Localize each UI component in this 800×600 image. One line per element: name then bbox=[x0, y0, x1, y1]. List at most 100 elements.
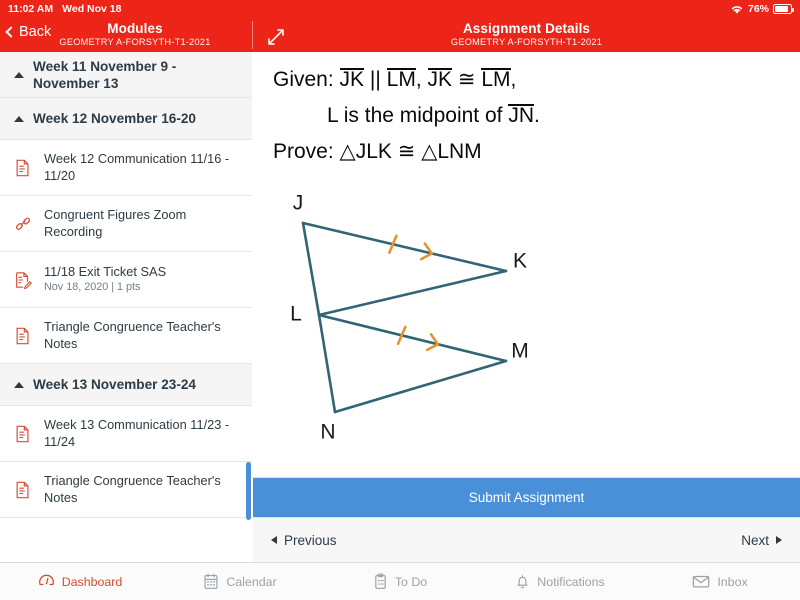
module-item-title: Triangle Congruence Teacher's Notes bbox=[44, 319, 221, 351]
modules-list: Week 11 November 9 - November 13 Week 12… bbox=[0, 52, 252, 518]
parallel-symbol: || bbox=[369, 68, 381, 91]
expand-diagonal-icon[interactable] bbox=[266, 27, 286, 47]
tab-label: Dashboard bbox=[61, 574, 123, 589]
tab-dashboard[interactable]: Dashboard bbox=[0, 563, 160, 600]
module-item-meta: Nov 18, 2020 | 1 pts bbox=[44, 281, 141, 294]
tab-label: Calendar bbox=[226, 574, 277, 589]
module-group-label: Week 13 November 23-24 bbox=[33, 377, 196, 392]
segment-lm bbox=[317, 313, 508, 363]
tab-inbox[interactable]: Inbox bbox=[640, 563, 800, 600]
caret-up-icon bbox=[14, 381, 24, 388]
status-date: Wed Nov 18 bbox=[62, 3, 122, 15]
module-item-icon bbox=[14, 213, 32, 235]
page-subtitle: GEOMETRY A-FORSYTH-T1-2021 bbox=[450, 37, 603, 47]
period: . bbox=[534, 104, 540, 127]
module-item[interactable]: 11/18 Exit Ticket SAS Nov 18, 2020 | 1 p… bbox=[0, 252, 252, 308]
previous-label: Previous bbox=[284, 532, 337, 548]
bottom-tab-bar: Dashboard Calendar To Do Notifications I… bbox=[0, 562, 800, 600]
segment-kl bbox=[317, 269, 508, 317]
prove-label: Prove: bbox=[273, 140, 334, 163]
modules-sidebar[interactable]: Week 11 November 9 - November 13 Week 12… bbox=[0, 52, 252, 562]
clipboard-icon bbox=[375, 573, 386, 589]
segment-jl bbox=[301, 221, 321, 317]
status-time: 11:02 AM bbox=[8, 3, 54, 15]
comma-1: , bbox=[415, 68, 422, 91]
segment-jk bbox=[301, 221, 508, 273]
triangle-left-icon bbox=[271, 536, 277, 544]
segment-jk-2: JK bbox=[427, 68, 453, 91]
given-line-1: Given: JK || LM, JK ≅ LM, bbox=[273, 62, 783, 98]
bell-icon bbox=[518, 575, 528, 589]
back-button[interactable]: Back bbox=[5, 24, 52, 40]
vertex-label-l: L bbox=[290, 303, 302, 326]
submit-assignment-button[interactable]: Submit Assignment bbox=[253, 477, 800, 517]
tab-notifications[interactable]: Notifications bbox=[480, 563, 640, 600]
envelope-icon bbox=[693, 575, 710, 588]
document-icon bbox=[16, 327, 29, 344]
module-item[interactable]: Triangle Congruence Teacher's Notes bbox=[0, 462, 252, 518]
module-item-icon bbox=[14, 423, 32, 445]
congruent-symbol-1: ≅ bbox=[457, 68, 476, 91]
submit-assignment-label: Submit Assignment bbox=[468, 490, 585, 505]
module-item[interactable]: Congruent Figures Zoom Recording bbox=[0, 196, 252, 252]
tab-to-do[interactable]: To Do bbox=[320, 563, 480, 600]
vertex-label-j: J bbox=[293, 192, 304, 215]
module-item-title: Triangle Congruence Teacher's Notes bbox=[44, 473, 221, 505]
module-group-header[interactable]: Week 12 November 16-20 bbox=[0, 98, 252, 140]
geometry-diagram: J K L M N bbox=[290, 192, 529, 444]
assignment-content: Given: JK || LM, JK ≅ LM, L is the midpo… bbox=[253, 52, 800, 477]
module-item[interactable]: Week 12 Communication 11/16 - 11/20 bbox=[0, 140, 252, 196]
modules-title-block: Modules GEOMETRY A-FORSYTH-T1-2021 bbox=[18, 21, 252, 49]
link-icon bbox=[15, 217, 31, 230]
tab-label: Inbox bbox=[717, 574, 748, 589]
battery-icon bbox=[773, 4, 794, 14]
chevron-left-icon bbox=[5, 26, 17, 38]
assignment-title-block: Assignment Details GEOMETRY A-FORSYTH-T1… bbox=[253, 21, 800, 49]
module-group-label: Week 12 November 16-20 bbox=[33, 111, 196, 126]
diagram-lines bbox=[301, 221, 508, 414]
module-item-icon bbox=[14, 479, 32, 501]
header-left-pane: Back Modules GEOMETRY A-FORSYTH-T1-2021 bbox=[0, 18, 252, 52]
app-header: Back Modules GEOMETRY A-FORSYTH-T1-2021 … bbox=[0, 18, 800, 52]
next-label: Next bbox=[741, 532, 769, 548]
header-right-pane: Assignment Details GEOMETRY A-FORSYTH-T1… bbox=[253, 18, 800, 52]
module-group-header[interactable]: Week 13 November 23-24 bbox=[0, 364, 252, 406]
module-item-icon bbox=[14, 269, 32, 291]
vertex-label-n: N bbox=[320, 421, 335, 444]
segment-jn: JN bbox=[508, 104, 535, 127]
module-item-icon bbox=[14, 157, 32, 179]
module-group-header[interactable]: Week 11 November 9 - November 13 bbox=[0, 52, 252, 98]
given-label: Given: bbox=[273, 68, 334, 91]
status-bar: 11:02 AM Wed Nov 18 76% bbox=[0, 0, 800, 18]
document-icon bbox=[16, 481, 29, 498]
segment-lm-1: LM bbox=[386, 68, 416, 91]
back-button-label: Back bbox=[19, 24, 52, 40]
app-root: 11:02 AM Wed Nov 18 76% Back Modules GEO… bbox=[0, 0, 800, 600]
triangle-right-icon bbox=[776, 536, 782, 544]
vertex-label-m: M bbox=[511, 340, 529, 363]
module-item-title: Week 13 Communication 11/23 - 11/24 bbox=[44, 417, 230, 449]
midpoint-text: L is the midpoint of bbox=[327, 104, 503, 127]
page-title: Assignment Details bbox=[462, 21, 591, 36]
next-button[interactable]: Next bbox=[741, 533, 782, 548]
problem-statement: Given: JK || LM, JK ≅ LM, L is the midpo… bbox=[273, 62, 783, 170]
gauge-icon bbox=[38, 574, 54, 586]
wifi-icon bbox=[731, 5, 743, 14]
module-item-title: 11/18 Exit Ticket SAS bbox=[44, 263, 167, 279]
module-item[interactable]: Week 13 Communication 11/23 - 11/24 bbox=[0, 406, 252, 462]
sidebar-scrollbar-thumb[interactable] bbox=[246, 462, 251, 520]
module-item[interactable]: Triangle Congruence Teacher's Notes bbox=[0, 308, 252, 364]
assignment-pager: Previous Next bbox=[253, 517, 800, 562]
segment-ln bbox=[317, 313, 337, 414]
vertex-label-k: K bbox=[513, 250, 527, 273]
caret-up-icon bbox=[14, 71, 24, 78]
comma-2: , bbox=[510, 68, 517, 91]
document-icon bbox=[16, 159, 29, 176]
status-bar-right: 76% bbox=[730, 3, 794, 15]
previous-button[interactable]: Previous bbox=[271, 533, 337, 548]
module-item-title: Congruent Figures Zoom Recording bbox=[44, 207, 187, 239]
congruent-symbol-2: ≅ bbox=[397, 140, 416, 163]
module-group-label: Week 11 November 9 - November 13 bbox=[33, 58, 177, 91]
tab-calendar[interactable]: Calendar bbox=[160, 563, 320, 600]
modules-subtitle: GEOMETRY A-FORSYTH-T1-2021 bbox=[59, 37, 211, 47]
